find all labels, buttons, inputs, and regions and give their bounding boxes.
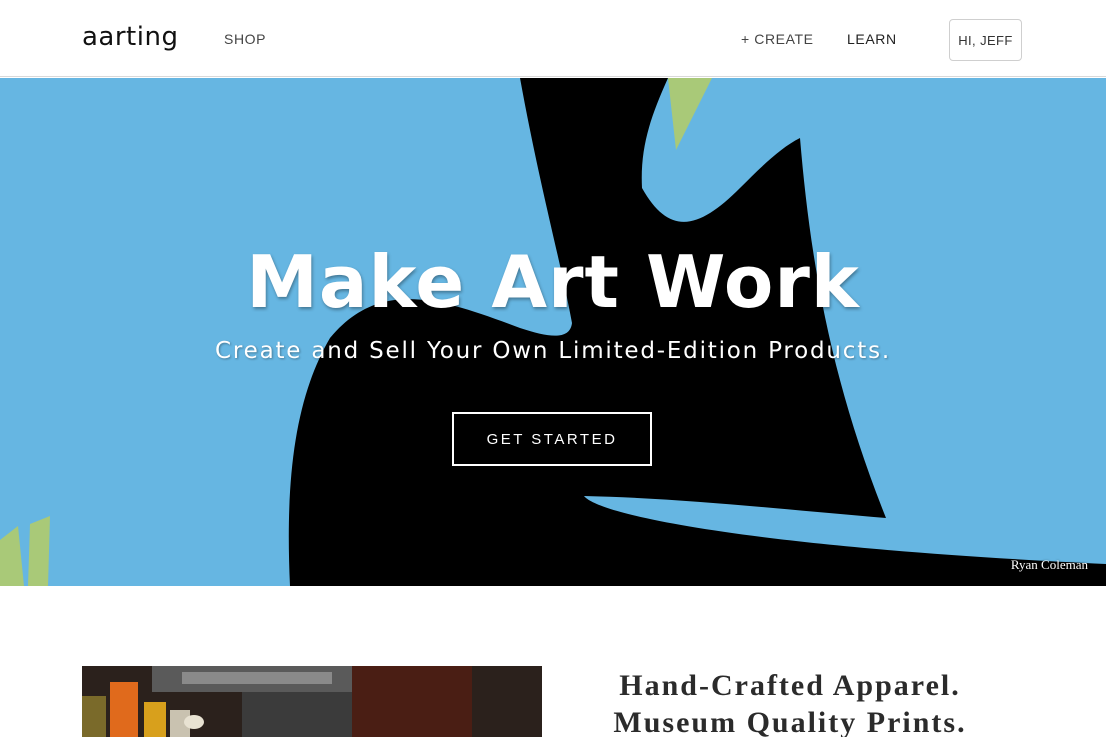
site-header: aarting SHOP + CREATE LEARN HI, JEFF (0, 0, 1106, 77)
nav-shop-link[interactable]: SHOP (224, 31, 266, 47)
accent-shape (28, 516, 50, 586)
artist-credit: Ryan Coleman (1010, 557, 1088, 572)
nav-create-link[interactable]: + CREATE (741, 31, 814, 47)
nav-learn-link[interactable]: LEARN (847, 31, 897, 47)
user-menu-button[interactable]: HI, JEFF (949, 19, 1022, 61)
feature-headline-line: Hand-Crafted Apparel. (619, 669, 961, 702)
studio-photo (82, 666, 542, 737)
hero-subtitle: Create and Sell Your Own Limited-Edition… (215, 338, 891, 364)
hero-artwork-image (0, 78, 1106, 586)
get-started-button[interactable]: GET STARTED (452, 412, 652, 466)
feature-headline-line: Museum Quality Prints. (613, 706, 967, 737)
feature-headline: Hand-Crafted Apparel. Museum Quality Pri… (590, 667, 990, 737)
main-shape (288, 78, 1106, 586)
hero-banner: Make Art Work Create and Sell Your Own L… (0, 78, 1106, 586)
hero-title: Make Art Work (246, 240, 860, 324)
accent-shape (0, 526, 24, 586)
site-logo[interactable]: aarting (82, 22, 178, 52)
accent-shape (668, 78, 712, 150)
